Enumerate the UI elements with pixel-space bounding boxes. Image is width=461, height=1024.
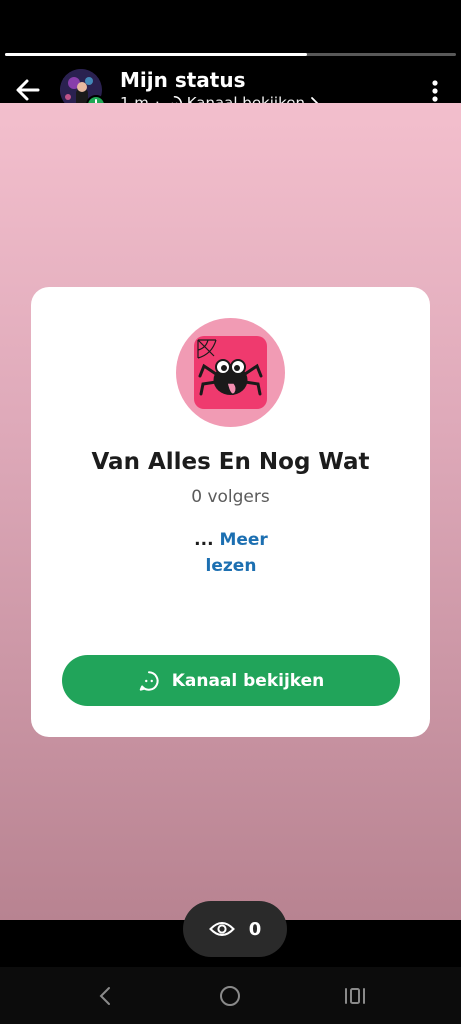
nav-back-icon [99,987,110,1005]
spider-illustration [197,339,263,396]
eye-icon [208,922,235,936]
read-more-link[interactable]: ... Meer lezen [181,527,281,579]
channel-card: Van Alles En Nog Wat 0 volgers ... Meer … [31,287,430,737]
view-channel-button[interactable]: Kanaal bekijken [62,655,400,706]
system-navigation-bar [0,967,461,1024]
nav-recents-button[interactable] [342,983,368,1009]
channel-icon [139,670,159,691]
nav-home-button[interactable] [217,983,243,1009]
nav-recents-icon [345,988,365,1004]
status-progress-bar [5,53,456,56]
status-title: Mijn status [120,68,246,92]
status-progress-fill [5,53,308,56]
channel-logo[interactable] [176,318,285,427]
more-options-button[interactable] [424,76,446,106]
arrow-left-icon [16,79,40,101]
nav-home-icon [220,986,240,1006]
status-content[interactable]: Van Alles En Nog Wat 0 volgers ... Meer … [0,103,461,920]
spider-logo-icon [194,336,267,409]
nav-back-button[interactable] [93,983,119,1009]
more-vertical-icon [432,80,438,102]
back-button[interactable] [12,74,44,106]
views-button[interactable]: 0 [183,901,287,957]
ellipsis: ... [194,530,214,550]
follower-count: 0 volgers [191,487,270,507]
views-count: 0 [248,918,262,940]
view-channel-label: Kanaal bekijken [171,670,325,691]
channel-name: Van Alles En Nog Wat [91,449,370,475]
read-more-label: Meer lezen [205,530,268,576]
